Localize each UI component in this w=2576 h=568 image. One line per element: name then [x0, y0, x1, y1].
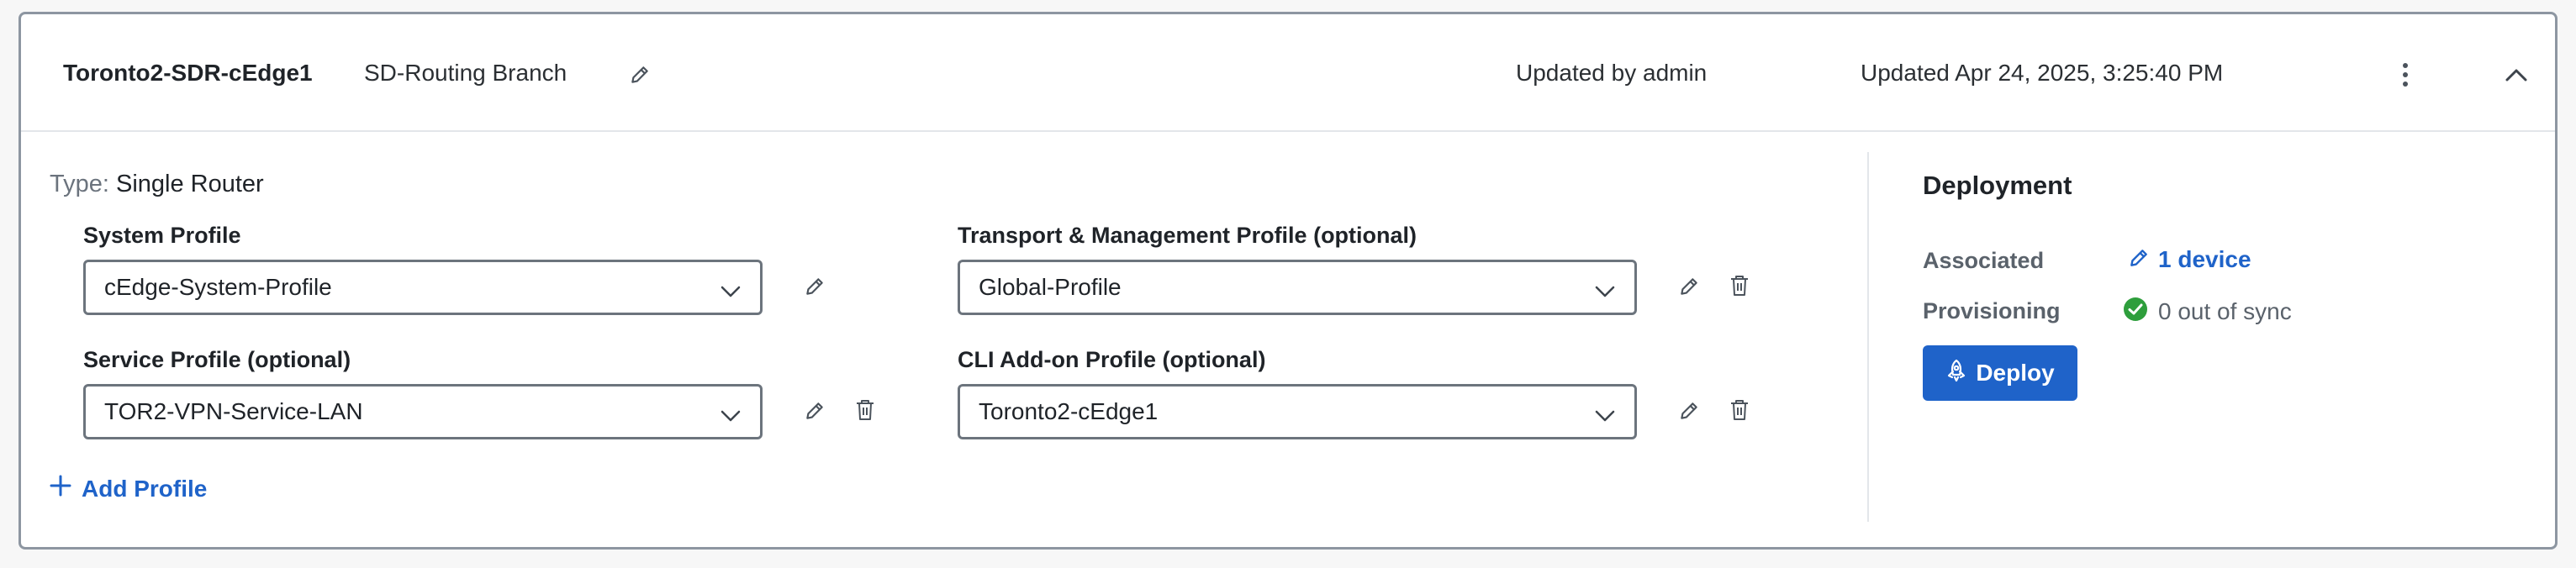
deploy-label: Deploy	[1976, 360, 2055, 386]
provisioning-status: 0 out of sync	[2123, 297, 2292, 326]
plus-icon	[50, 475, 71, 502]
system-profile-select[interactable]: cEdge-System-Profile	[83, 260, 763, 315]
type-line: Type: Single Router	[50, 171, 264, 198]
cli-profile-trash-icon[interactable]	[1724, 394, 1755, 426]
cli-profile-edit-pencil-icon[interactable]	[1674, 396, 1704, 426]
kebab-menu-icon[interactable]	[2390, 58, 2420, 92]
service-profile-value: TOR2-VPN-Service-LAN	[104, 398, 363, 424]
provisioning-value: 0 out of sync	[2158, 297, 2292, 324]
chevron-down-icon	[720, 402, 742, 429]
transport-profile-value: Global-Profile	[979, 274, 1122, 300]
transport-profile-select[interactable]: Global-Profile	[958, 260, 1637, 315]
service-profile-edit-pencil-icon[interactable]	[800, 396, 830, 426]
system-profile-edit-pencil-icon[interactable]	[800, 271, 830, 302]
transport-profile-label: Transport & Management Profile (optional…	[958, 223, 1417, 248]
chevron-down-icon	[1594, 402, 1616, 429]
add-profile-label: Add Profile	[82, 475, 208, 502]
config-group-card: Toronto2-SDR-cEdge1 SD-Routing Branch Up…	[18, 12, 2558, 550]
system-profile-value: cEdge-System-Profile	[104, 274, 332, 300]
section-divider	[1867, 152, 1869, 522]
check-circle-icon	[2123, 297, 2148, 326]
pencil-icon	[2128, 247, 2150, 273]
cli-profile-select[interactable]: Toronto2-cEdge1	[958, 384, 1637, 439]
add-profile-button[interactable]: Add Profile	[50, 475, 207, 502]
rocket-icon	[1945, 359, 1967, 388]
type-key: Type:	[50, 171, 109, 197]
transport-profile-edit-pencil-icon[interactable]	[1674, 271, 1704, 302]
type-value: Single Router	[116, 171, 264, 197]
chevron-down-icon	[720, 277, 742, 304]
deploy-button[interactable]: Deploy	[1923, 345, 2077, 401]
edit-name-pencil-icon[interactable]	[625, 60, 655, 90]
updated-at: Updated Apr 24, 2025, 3:25:40 PM	[1861, 60, 2224, 86]
provisioning-label: Provisioning	[1923, 298, 2061, 323]
collapse-chevron-up-icon[interactable]	[2499, 60, 2533, 90]
chevron-down-icon	[1594, 277, 1616, 304]
system-profile-label: System Profile	[83, 223, 241, 248]
config-group-name: Toronto2-SDR-cEdge1	[63, 60, 313, 86]
cli-profile-value: Toronto2-cEdge1	[979, 398, 1159, 424]
service-profile-trash-icon[interactable]	[850, 394, 880, 426]
card-header: Toronto2-SDR-cEdge1 SD-Routing Branch Up…	[21, 14, 2555, 132]
config-group-solution: SD-Routing Branch	[364, 60, 567, 86]
service-profile-label: Service Profile (optional)	[83, 347, 351, 372]
service-profile-select[interactable]: TOR2-VPN-Service-LAN	[83, 384, 763, 439]
associated-label: Associated	[1923, 248, 2045, 273]
associated-value: 1 device	[2158, 246, 2251, 272]
deployment-title: Deployment	[1923, 171, 2072, 200]
associated-devices-link[interactable]: 1 device	[2128, 246, 2251, 273]
updated-by: Updated by admin	[1516, 60, 1708, 86]
cli-profile-label: CLI Add-on Profile (optional)	[958, 347, 1266, 372]
transport-profile-trash-icon[interactable]	[1724, 270, 1755, 302]
